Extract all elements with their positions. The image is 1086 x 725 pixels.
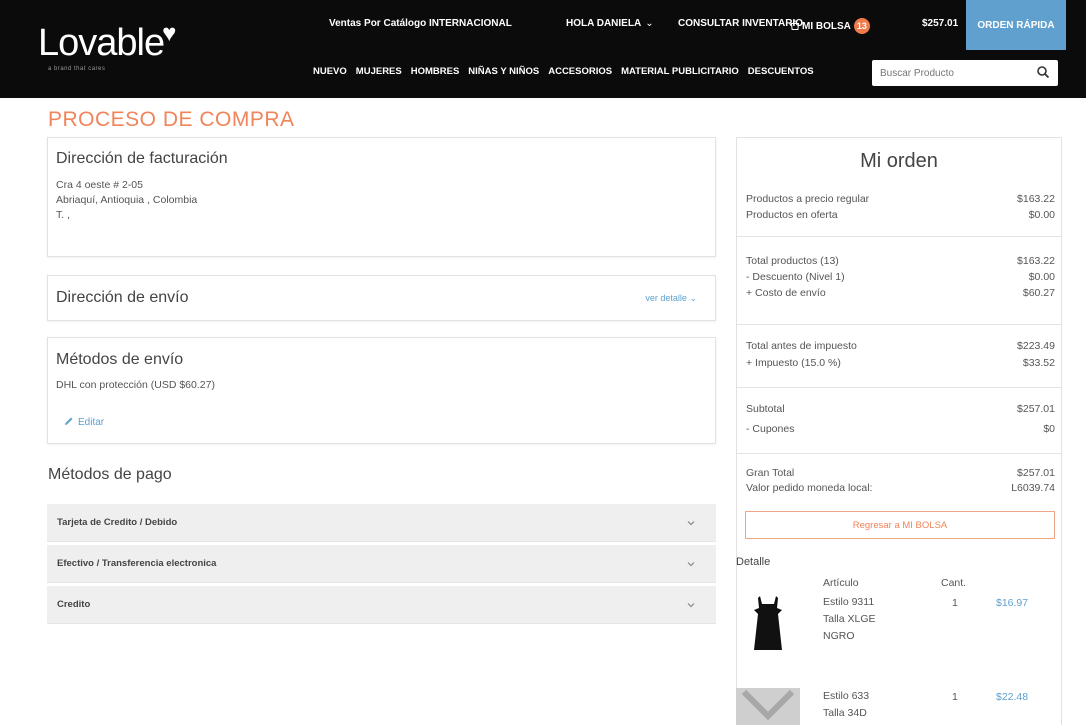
- main-nav: NUEVO MUJERES HOMBRES NIÑAS Y NIÑOS ACCE…: [313, 66, 814, 77]
- edit-shipping-link[interactable]: Editar: [64, 416, 104, 428]
- item-info: Estilo 633 Talla 34D: [823, 688, 869, 722]
- divider: [737, 236, 1061, 237]
- address-line: Abriaquí, Antioquia , Colombia: [56, 194, 198, 206]
- payment-option-cash-transfer[interactable]: Efectivo / Transferencia electronica: [47, 545, 716, 583]
- pencil-icon: [65, 417, 73, 425]
- item-qty: 1: [952, 691, 958, 703]
- search-box: [872, 60, 1058, 86]
- catalog-link[interactable]: Ventas Por Catálogo INTERNACIONAL: [329, 18, 512, 29]
- chevron-down-icon: ⌄: [645, 18, 654, 29]
- nav-item-nuevo[interactable]: NUEVO: [313, 66, 347, 77]
- divider: [737, 453, 1061, 454]
- view-details-link[interactable]: ver detalle ⌄: [645, 293, 697, 304]
- chevron-down-icon: [687, 603, 695, 608]
- col-qty-header: Cant.: [941, 577, 967, 589]
- summary-row-shipping: + Costo de envío $60.27: [746, 287, 1055, 299]
- item-price: $16.97: [996, 597, 1029, 609]
- item-size: Talla 34D: [823, 707, 867, 719]
- page-title: PROCESO DE COMPRA: [48, 108, 295, 131]
- bag-link[interactable]: MI BOLSA 13: [790, 18, 870, 34]
- chevron-down-icon: ⌄: [689, 293, 697, 303]
- summary-row-subtotal: Subtotal $257.01: [746, 403, 1055, 415]
- summary-row-discount: - Descuento (Nivel 1) $0.00: [746, 271, 1055, 283]
- summary-row-regular: Productos a precio regular $163.22: [746, 193, 1055, 205]
- divider: [737, 387, 1061, 388]
- nav-item-material-publicitario[interactable]: MATERIAL PUBLICITARIO: [621, 66, 739, 77]
- item-info: Estilo 9311 Talla XLGE NGRO: [823, 594, 876, 645]
- chevron-down-icon: [687, 521, 695, 526]
- item-qty: 1: [952, 597, 958, 609]
- shipping-method-value: DHL con protección (USD $60.27): [56, 379, 215, 391]
- nav-item-accesorios[interactable]: ACCESORIOS: [548, 66, 612, 77]
- inventory-link[interactable]: CONSULTAR INVENTARIO: [678, 18, 803, 29]
- billing-address: Cra 4 oeste # 2-05 Abriaquí, Antioquia ,…: [56, 178, 197, 223]
- item-style: Estilo 633: [823, 690, 870, 702]
- item-size: Talla XLGE: [823, 613, 876, 625]
- summary-row-local-currency: Valor pedido moneda local: L6039.74: [746, 482, 1055, 494]
- order-title: Mi orden: [860, 150, 938, 172]
- bag-icon: [790, 20, 800, 30]
- nav-item-mujeres[interactable]: MUJERES: [356, 66, 402, 77]
- back-to-bag-button[interactable]: Regresar a MI BOLSA: [745, 511, 1055, 539]
- address-line: Cra 4 oeste # 2-05: [56, 179, 143, 191]
- payment-option-label: Efectivo / Transferencia electronica: [57, 558, 217, 569]
- bag-total: $257.01: [922, 18, 959, 29]
- search-input[interactable]: [880, 65, 1030, 81]
- quick-order-button[interactable]: ORDEN RÁPIDA: [966, 0, 1066, 50]
- top-bar: Ventas Por Catálogo INTERNACIONAL HOLA D…: [0, 0, 1086, 50]
- summary-row-total-products: Total productos (13) $163.22: [746, 255, 1055, 267]
- billing-address-panel: Dirección de facturación Cra 4 oeste # 2…: [47, 137, 716, 257]
- logo-tagline: a brand that cares: [48, 66, 106, 72]
- chevron-down-icon: [687, 562, 695, 567]
- nav-item-ninas-ninos[interactable]: NIÑAS Y NIÑOS: [468, 66, 539, 77]
- col-article-header: Artículo: [823, 577, 859, 589]
- address-line: T. ,: [56, 209, 71, 221]
- summary-row-pretax: Total antes de impuesto $223.49: [746, 340, 1055, 352]
- payment-option-card[interactable]: Tarjeta de Credito / Debido: [47, 504, 716, 542]
- shipping-address-title: Dirección de envío: [56, 289, 189, 306]
- product-image-bra[interactable]: [736, 688, 800, 725]
- divider: [737, 324, 1061, 325]
- item-color: NGRO: [823, 630, 855, 642]
- nav-item-hombres[interactable]: HOMBRES: [411, 66, 460, 77]
- summary-row-tax: + Impuesto (15.0 %) $33.52: [746, 357, 1055, 369]
- shipping-address-panel[interactable]: Dirección de envío ver detalle ⌄: [47, 275, 716, 321]
- account-menu[interactable]: HOLA DANIELA ⌄: [566, 18, 654, 29]
- payment-option-credit[interactable]: Credito: [47, 586, 716, 624]
- billing-title: Dirección de facturación: [56, 150, 228, 167]
- item-style: Estilo 9311: [823, 596, 875, 608]
- payment-methods-title: Métodos de pago: [48, 466, 172, 483]
- summary-row-coupons: - Cupones $0: [746, 423, 1055, 435]
- site-header: Lovable♥ a brand that cares Ventas Por C…: [0, 0, 1086, 98]
- nav-item-descuentos[interactable]: DESCUENTOS: [748, 66, 814, 77]
- shipping-method-panel: Métodos de envío DHL con protección (USD…: [47, 337, 716, 444]
- summary-row-sale: Productos en oferta $0.00: [746, 209, 1055, 221]
- payment-option-label: Credito: [57, 599, 91, 610]
- bag-count-badge: 13: [853, 18, 870, 34]
- search-icon[interactable]: [1036, 65, 1050, 79]
- detail-title: Detalle: [736, 556, 771, 568]
- payment-option-label: Tarjeta de Credito / Debido: [57, 517, 178, 528]
- item-price: $22.48: [996, 691, 1029, 703]
- product-image-dress[interactable]: [748, 594, 788, 654]
- summary-row-grand-total: Gran Total $257.01: [746, 467, 1055, 479]
- shipping-method-title: Métodos de envío: [56, 351, 184, 368]
